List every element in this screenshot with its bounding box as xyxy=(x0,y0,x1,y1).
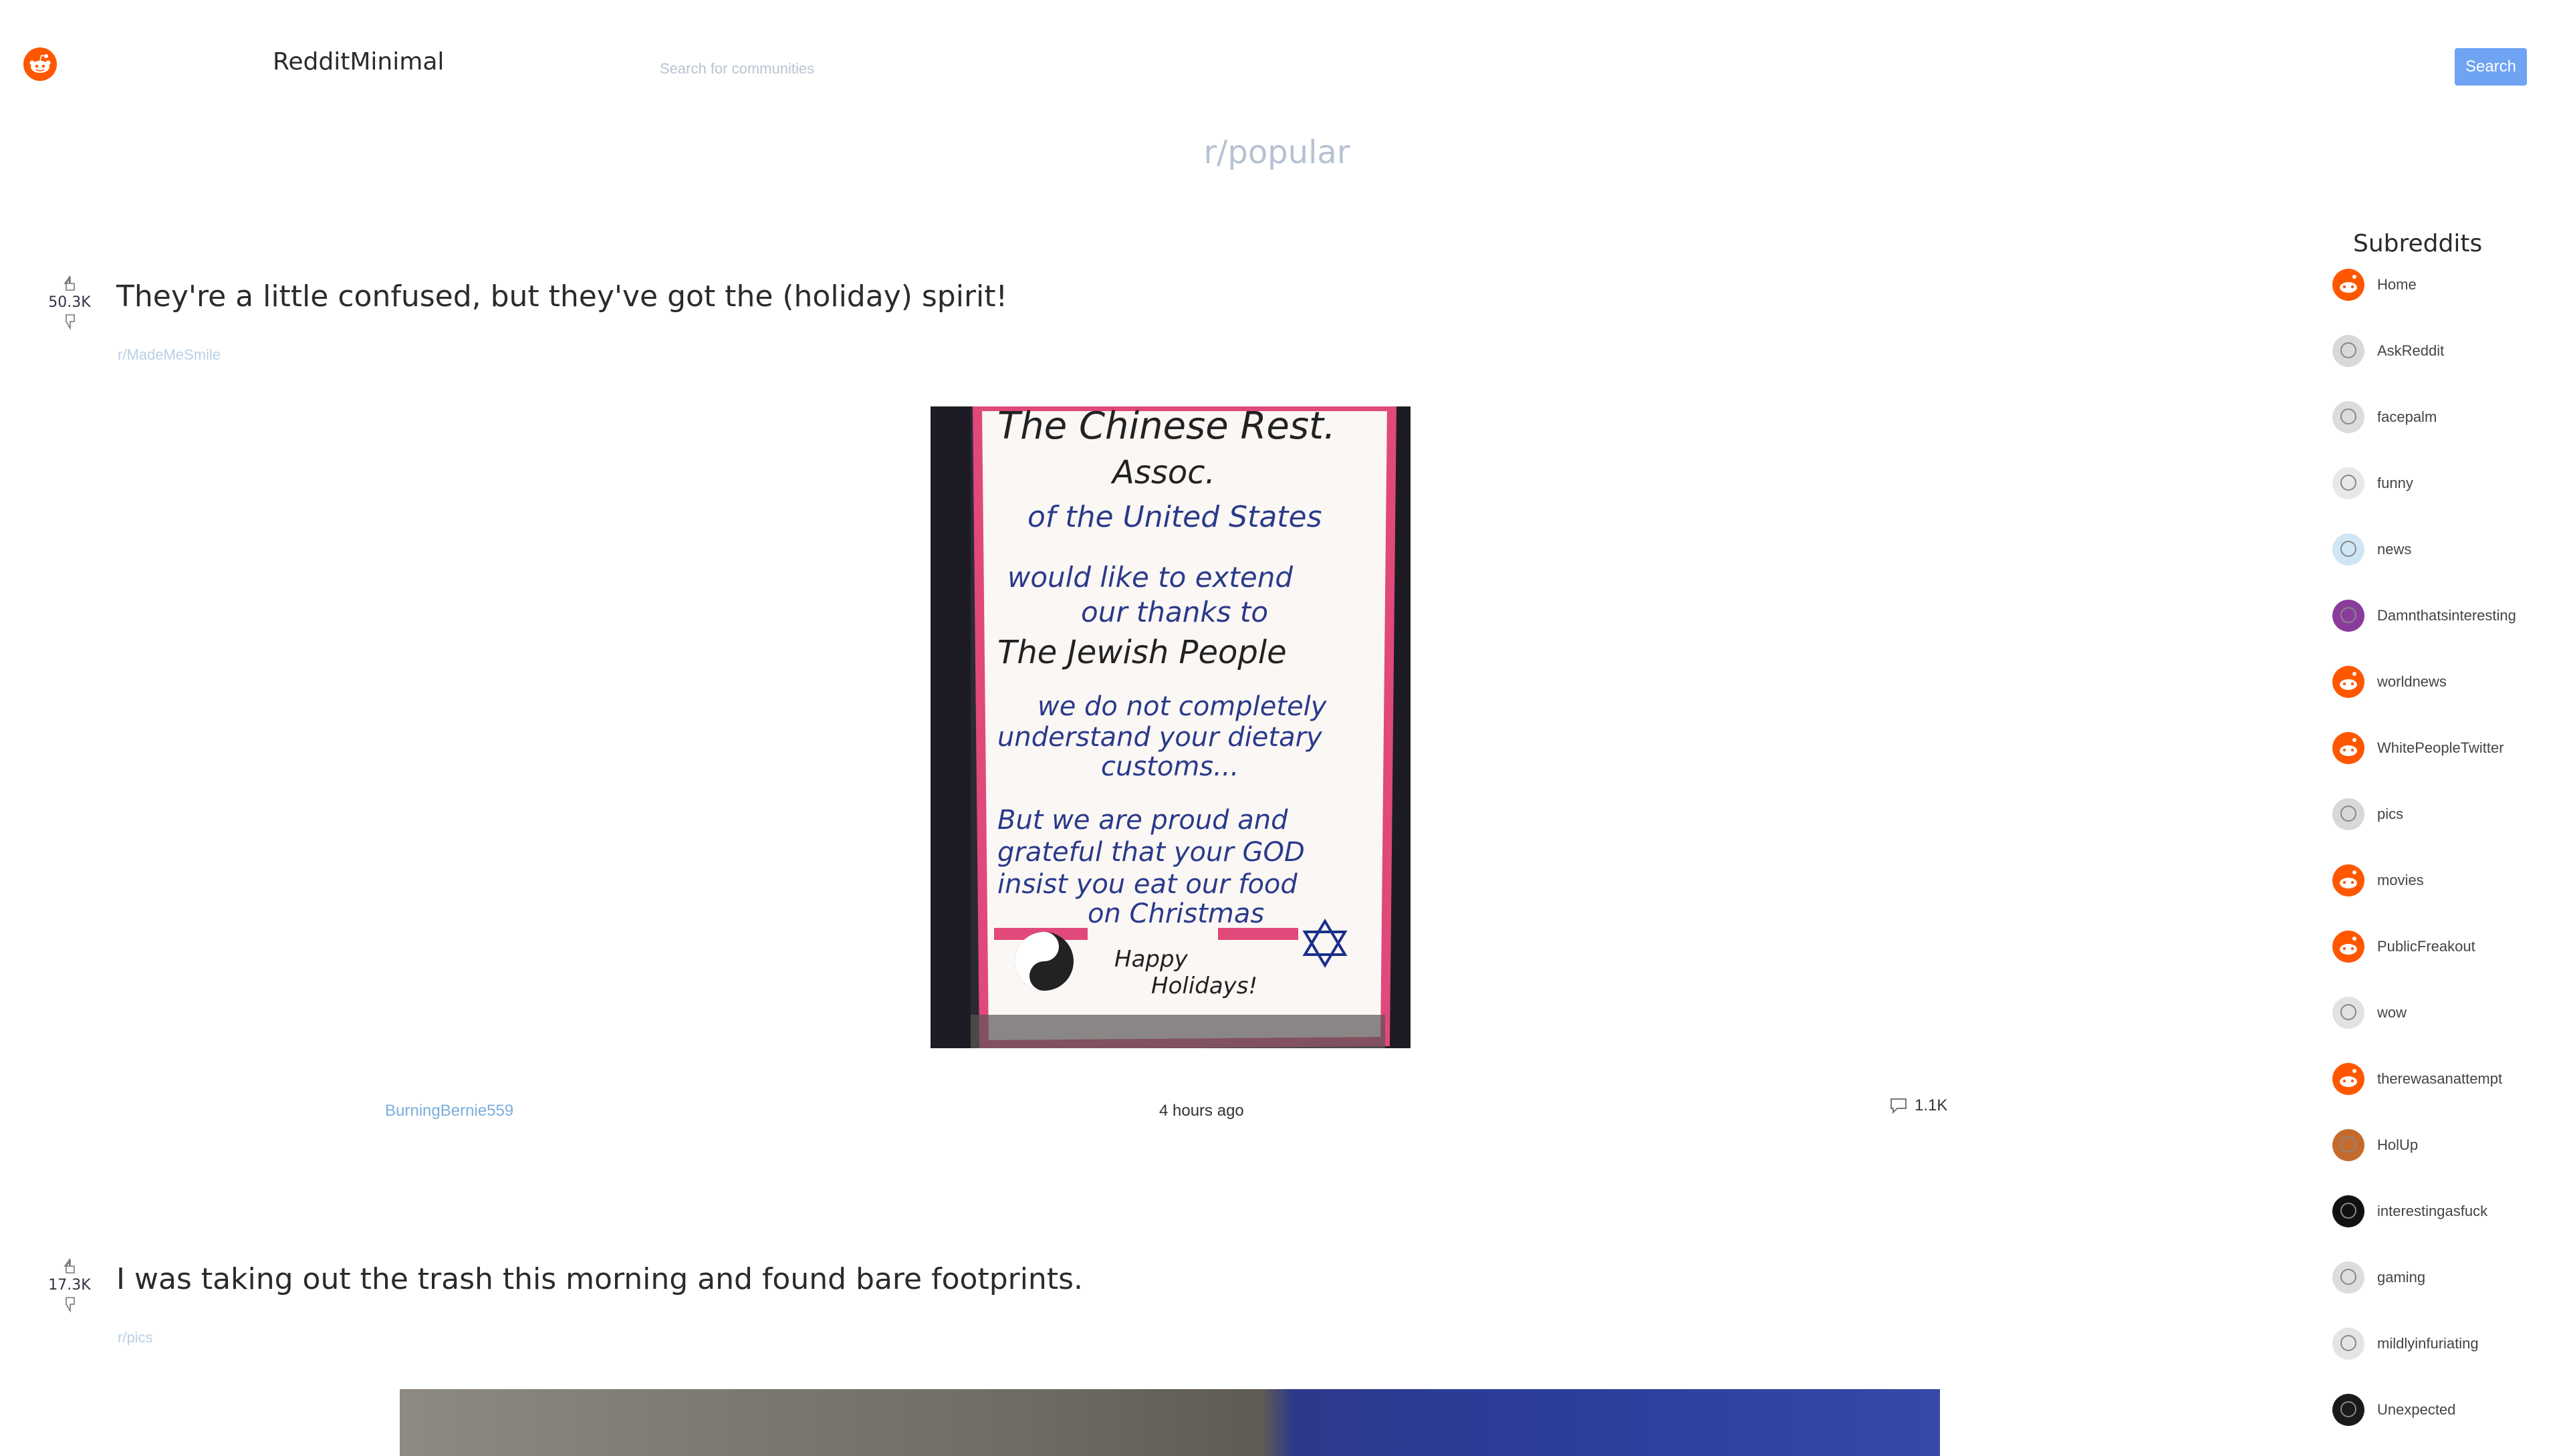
sidebar-item-label: Unexpected xyxy=(2377,1401,2456,1418)
reddit-icon xyxy=(2332,864,2364,896)
sign-line: customs... xyxy=(1101,751,1239,782)
sidebar-item-label: interestingasfuck xyxy=(2377,1203,2488,1219)
sidebar-item-label: movies xyxy=(2377,872,2424,888)
upvote-icon[interactable] xyxy=(62,1257,77,1274)
sign-line: Assoc. xyxy=(1110,454,1215,491)
sign-line: would like to extend xyxy=(1007,561,1293,594)
brand-title[interactable]: RedditMinimal xyxy=(273,48,444,76)
sign-line: our thanks to xyxy=(1081,596,1268,628)
sidebar-item-askreddit[interactable]: AskReddit xyxy=(2332,334,2444,368)
post-score: 17.3K xyxy=(48,1277,91,1294)
sign-line: of the United States xyxy=(1027,500,1322,534)
sidebar-item-home[interactable]: Home xyxy=(2332,267,2417,302)
downvote-icon[interactable] xyxy=(62,1296,77,1314)
sidebar-item-facepalm[interactable]: facepalm xyxy=(2332,400,2437,435)
sidebar-item-interestingasfuck[interactable]: interestingasfuck xyxy=(2332,1194,2487,1229)
sidebar-item-label: pics xyxy=(2377,806,2404,822)
sign-line: we do not completely xyxy=(1037,691,1328,722)
search-input[interactable] xyxy=(658,53,1463,84)
facepalm-icon xyxy=(2332,401,2364,433)
sidebar-item-pics[interactable]: pics xyxy=(2332,797,2403,832)
damnthatsinteresting-icon xyxy=(2332,600,2364,632)
sign-line: Holidays! xyxy=(1151,973,1257,999)
sidebar-item-wow[interactable]: wow xyxy=(2332,995,2407,1030)
sign-line: understand your dietary xyxy=(997,722,1323,753)
sidebar-item-label: funny xyxy=(2377,475,2413,491)
post-title[interactable]: They're a little confused, but they've g… xyxy=(116,279,1007,314)
post-author[interactable]: BurningBernie559 xyxy=(385,1102,513,1120)
sidebar-item-mildlyinfuriating[interactable]: mildlyinfuriating xyxy=(2332,1326,2479,1361)
sidebar-item-label: Damnthatsinteresting xyxy=(2377,607,2516,624)
sign-line: The Jewish People xyxy=(997,634,1287,671)
news-icon xyxy=(2332,533,2364,566)
sidebar-item-label: therewasanattempt xyxy=(2377,1070,2503,1087)
sidebar-item-whitepeopletwitter[interactable]: WhitePeopleTwitter xyxy=(2332,731,2504,765)
funny-icon xyxy=(2332,467,2364,499)
sidebar-item-gaming[interactable]: gaming xyxy=(2332,1260,2425,1295)
sign-line: insist you eat our food xyxy=(997,869,1298,900)
sidebar-item-worldnews[interactable]: worldnews xyxy=(2332,664,2447,699)
reddit-icon xyxy=(2332,732,2364,764)
post-score: 50.3K xyxy=(48,294,91,311)
page-title: r/popular xyxy=(1203,134,1350,171)
sign-line: grateful that your GOD xyxy=(997,837,1305,868)
sign-line: on Christmas xyxy=(1088,898,1264,929)
sidebar-item-label: mildlyinfuriating xyxy=(2377,1335,2479,1352)
sidebar-item-label: gaming xyxy=(2377,1269,2426,1286)
gaming-icon xyxy=(2332,1261,2364,1294)
post-image[interactable] xyxy=(400,1389,1940,1456)
pics-icon xyxy=(2332,798,2364,830)
reddit-logo-icon[interactable] xyxy=(23,47,57,82)
reddit-icon xyxy=(2332,931,2364,963)
sign-line: But we are proud and xyxy=(997,805,1288,836)
post-time: 4 hours ago xyxy=(1159,1102,1244,1120)
comment-count: 1.1K xyxy=(1915,1096,1948,1114)
wow-icon xyxy=(2332,997,2364,1029)
sign-line: The Chinese Rest. xyxy=(997,406,1336,448)
sidebar-item-label: AskReddit xyxy=(2377,342,2445,359)
sidebar-title: Subreddits xyxy=(2353,230,2483,257)
reddit-icon xyxy=(2332,666,2364,698)
post-subreddit[interactable]: r/pics xyxy=(118,1329,153,1346)
sidebar-item-therewasanattempt[interactable]: therewasanattempt xyxy=(2332,1062,2502,1096)
vote-widget: 17.3K xyxy=(43,1257,96,1314)
sidebar-item-label: news xyxy=(2377,541,2412,558)
comment-icon xyxy=(1890,1098,1907,1114)
holup-icon xyxy=(2332,1129,2364,1161)
askreddit-icon xyxy=(2332,335,2364,367)
sidebar-item-label: Home xyxy=(2377,276,2417,293)
sidebar-item-label: wow xyxy=(2377,1004,2407,1021)
sidebar-item-publicfreakout[interactable]: PublicFreakout xyxy=(2332,929,2475,964)
sidebar-item-label: facepalm xyxy=(2377,408,2437,425)
mildlyinfuriating-icon xyxy=(2332,1328,2364,1360)
comments-button[interactable]: 1.1K xyxy=(1889,1096,1947,1115)
sidebar-item-news[interactable]: news xyxy=(2332,532,2411,567)
search-button[interactable]: Search xyxy=(2455,48,2527,86)
sidebar-item-label: HolUp xyxy=(2377,1136,2419,1153)
sidebar-item-damnthatsinteresting[interactable]: Damnthatsinteresting xyxy=(2332,598,2516,633)
vote-widget: 50.3K xyxy=(43,274,96,331)
sidebar-item-label: PublicFreakout xyxy=(2377,938,2475,955)
upvote-icon[interactable] xyxy=(62,274,77,291)
post-image[interactable]: The Chinese Rest. Assoc. of the United S… xyxy=(931,406,1411,1048)
sidebar-item-movies[interactable]: movies xyxy=(2332,863,2424,898)
sidebar-item-unexpected[interactable]: Unexpected xyxy=(2332,1392,2455,1427)
unexpected-icon xyxy=(2332,1394,2364,1426)
sidebar-item-holup[interactable]: HolUp xyxy=(2332,1128,2418,1163)
sign-line: Happy xyxy=(1114,946,1189,973)
downvote-icon[interactable] xyxy=(62,314,77,331)
post-subreddit[interactable]: r/MadeMeSmile xyxy=(118,346,221,364)
sidebar-item-funny[interactable]: funny xyxy=(2332,466,2413,501)
reddit-icon xyxy=(2332,1063,2364,1095)
post-title[interactable]: I was taking out the trash this morning … xyxy=(116,1262,1083,1296)
sidebar-item-label: WhitePeopleTwitter xyxy=(2377,739,2504,756)
interestingasfuck-icon xyxy=(2332,1195,2364,1227)
sidebar-item-label: worldnews xyxy=(2377,673,2447,690)
reddit-icon xyxy=(2332,269,2364,301)
